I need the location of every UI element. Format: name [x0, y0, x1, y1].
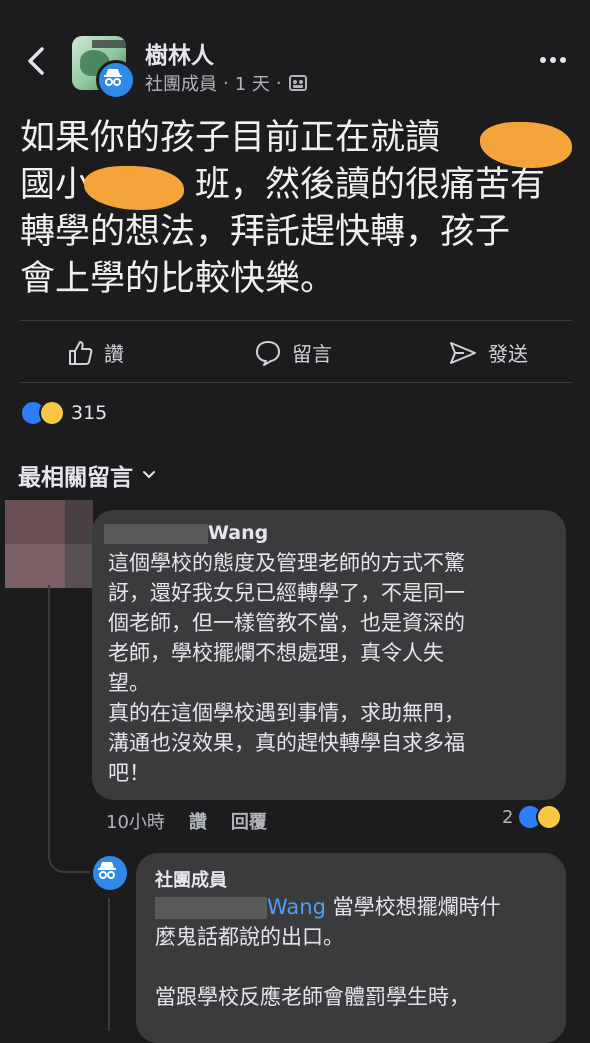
chevron-down-icon — [143, 471, 155, 479]
reply-author[interactable]: 社團成員 — [155, 866, 227, 892]
post-line: 轉學的想法，拜託趕快轉，孩子 — [20, 212, 511, 252]
reactions-summary[interactable]: 315 — [20, 400, 107, 426]
comment-line: 這個學校的態度及管理老師的方式不驚 — [108, 551, 465, 575]
send-label: 發送 — [488, 342, 528, 366]
reply-text: Wang 當學校想擺爛時什 麼鬼話都說的出口。 當跟學校反應老師會體罰學生時， — [155, 892, 555, 1012]
comment-text: 這個學校的態度及管理老師的方式不驚 訝，還好我女兒已經轉學了，不是同一 個老師，… — [108, 548, 558, 788]
redacted-mention — [155, 897, 267, 919]
reply-line-first: Wang 當學校想擺爛時什 — [155, 892, 555, 922]
comment-line: 吧！ — [108, 761, 150, 785]
comment-line: 老師，學校擺爛不想處理，真令人失 — [108, 641, 444, 665]
send-icon — [450, 341, 476, 364]
thread-line — [108, 898, 110, 1031]
comment-like-button[interactable]: 讚 — [189, 808, 207, 834]
audience-group-icon — [288, 75, 307, 91]
author-role[interactable]: 社團成員 — [145, 70, 217, 96]
comment-line: 望。 — [108, 671, 150, 695]
anonymous-member-icon[interactable] — [90, 853, 130, 893]
comment-reaction-count: 2 — [502, 806, 514, 828]
comment-bubble-icon — [256, 340, 280, 366]
reaction-count: 315 — [71, 402, 108, 424]
reply-line-rest: 當學校想擺爛時什 — [325, 895, 501, 919]
reply-line: 麼鬼話都說的出口。 — [155, 925, 344, 949]
commenter-name[interactable]: Wang — [208, 522, 268, 544]
comment-time[interactable]: 10小時 — [106, 808, 165, 834]
comment-meta: 10小時 讚 回覆 — [106, 808, 267, 834]
reply-line — [155, 952, 555, 982]
wow-reaction-icon — [39, 400, 65, 426]
comment-reply-button[interactable]: 回覆 — [231, 808, 267, 834]
redacted-name — [104, 524, 208, 544]
like-button[interactable]: 讚 — [66, 338, 124, 367]
like-label: 讚 — [104, 342, 124, 366]
post-meta: 社團成員 · 1 天 · — [145, 70, 308, 96]
post-time[interactable]: 1 天 — [235, 70, 270, 96]
thread-line — [48, 585, 50, 853]
send-button[interactable]: 發送 — [448, 338, 528, 367]
comment-reactions[interactable]: 2 — [502, 804, 563, 830]
comment-line: 溝通也沒效果，真的趕快轉學自求多福 — [108, 731, 465, 755]
comment-line: 個老師，但一樣管教不當，也是資深的 — [108, 611, 465, 635]
thumbs-up-icon — [69, 340, 93, 365]
back-arrow-icon[interactable] — [22, 44, 52, 78]
wow-reaction-icon — [536, 804, 563, 830]
comment-label: 留言 — [292, 342, 332, 366]
more-options-icon[interactable] — [538, 52, 568, 68]
divider — [20, 382, 572, 383]
comment-line: 真的在這個學校遇到事情，求助無門， — [108, 701, 465, 725]
mention-link[interactable]: Wang — [267, 895, 326, 919]
divider — [20, 320, 572, 321]
reply-line: 當跟學校反應老師會體罰學生時， — [155, 985, 470, 1009]
group-name[interactable]: 樹林人 — [145, 36, 214, 70]
comment-sort-dropdown[interactable]: 最相關留言 — [18, 458, 157, 492]
post-line: 會上學的比較快樂。 — [20, 259, 336, 299]
comment-button[interactable]: 留言 — [254, 338, 332, 367]
pixelated-avatar[interactable] — [5, 500, 93, 588]
anonymous-member-icon — [96, 60, 136, 100]
sort-label: 最相關留言 — [18, 465, 133, 491]
meta-separator: · — [223, 72, 229, 94]
meta-separator-2: · — [275, 72, 282, 94]
comment-line: 訝，還好我女兒已經轉學了，不是同一 — [108, 581, 465, 605]
